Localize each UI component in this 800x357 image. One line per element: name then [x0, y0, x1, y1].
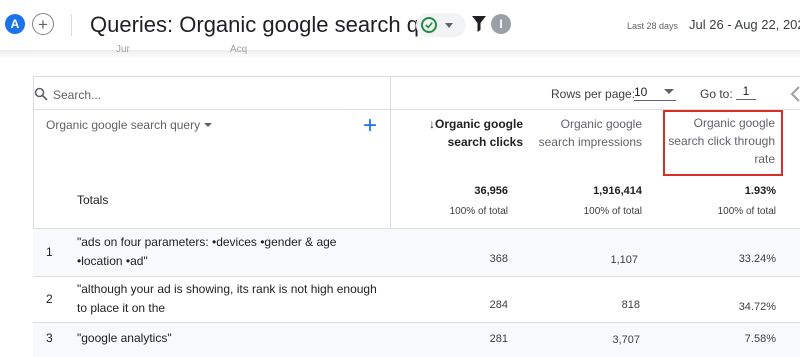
status-dropdown[interactable] [416, 13, 466, 37]
partial-chart-label: Jur [116, 44, 130, 55]
clicks-total-pct: 100% of total [449, 206, 508, 217]
date-range-picker[interactable]: Jul 26 - Aug 22, 2022 [689, 17, 800, 32]
rows-per-page-select[interactable]: 10 [634, 83, 676, 101]
highlight-annotation [663, 110, 783, 176]
chevron-down-icon [445, 22, 453, 28]
dimension-column-header[interactable]: Organic google search query [46, 118, 213, 132]
row-ctr: 34.72% [738, 301, 776, 313]
row-query[interactable]: "google analytics" [77, 329, 377, 348]
comparison-badge[interactable]: I [491, 14, 511, 34]
row-impressions: 818 [621, 299, 640, 311]
clicks-total: 36,956 [474, 185, 508, 197]
add-comparison-button[interactable]: + [32, 13, 54, 35]
search-icon [34, 87, 48, 106]
check-circle-icon [421, 17, 437, 33]
report-header: A + Queries: Organic google search query… [0, 0, 800, 50]
row-query[interactable]: "ads on four parameters: •devices •gende… [77, 233, 377, 271]
partial-chart-label: Acq [230, 44, 248, 55]
header-divider [71, 14, 72, 36]
chevron-down-icon [204, 123, 213, 127]
row-number: 1 [46, 245, 53, 259]
toolbar-divider [390, 76, 391, 110]
row-clicks: 281 [489, 333, 508, 345]
search-input[interactable] [53, 86, 353, 104]
row-clicks: 368 [489, 253, 508, 265]
totals-label: Totals [77, 193, 109, 207]
impressions-total: 1,916,414 [593, 185, 642, 197]
go-to-page-input[interactable] [736, 82, 756, 100]
page-title: Queries: Organic google search query [90, 12, 462, 37]
row-ctr: 33.24% [738, 253, 776, 265]
filter-icon[interactable] [472, 16, 486, 37]
impressions-total-pct: 100% of total [583, 206, 642, 217]
row-number: 2 [46, 292, 53, 306]
impressions-column-header[interactable]: Organic google search impressions [530, 115, 642, 151]
chevron-left-icon[interactable] [790, 86, 800, 107]
row-number: 3 [46, 331, 53, 345]
go-to-label: Go to: [700, 87, 733, 101]
ctr-total: 1.93% [744, 185, 776, 197]
clicks-column-header[interactable]: ↓Organic google search clicks [393, 115, 523, 151]
rows-per-page-label: Rows per page: [551, 87, 636, 101]
property-avatar[interactable]: A [5, 14, 25, 34]
row-query[interactable]: "although your ad is showing, its rank i… [77, 280, 377, 318]
rows-per-page-value: 10 [634, 84, 648, 99]
row-impressions: 3,707 [612, 334, 640, 346]
ctr-total-pct: 100% of total [717, 206, 776, 217]
chevron-down-icon [664, 89, 674, 94]
row-clicks: 284 [489, 299, 508, 311]
row-impressions: 1,107 [610, 254, 638, 266]
row-ctr: 7.58% [744, 333, 776, 345]
dimension-header-label: Organic google search query [46, 118, 201, 132]
add-dimension-button[interactable]: + [363, 114, 377, 138]
date-range-label: Last 28 days [627, 21, 679, 31]
